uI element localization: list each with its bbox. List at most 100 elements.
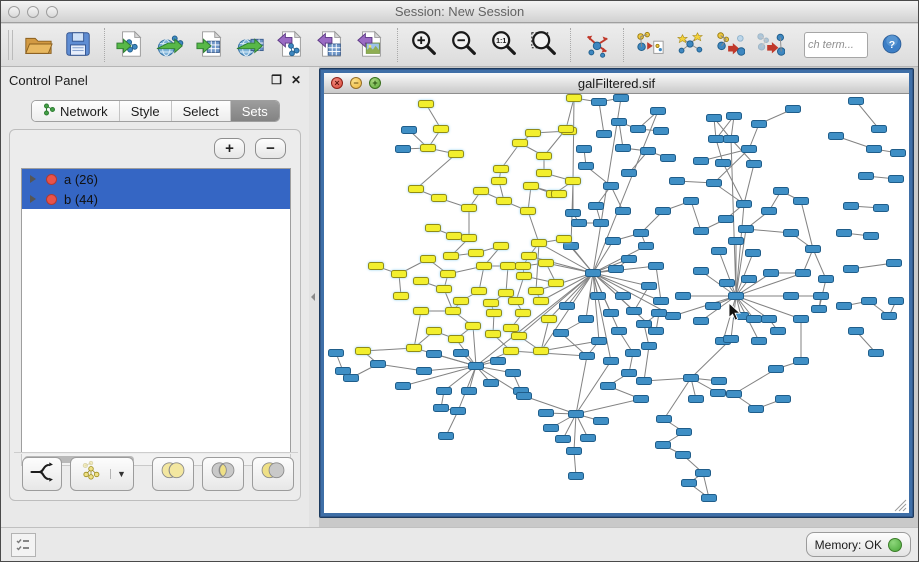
network-node[interactable] <box>434 126 449 133</box>
network-node[interactable] <box>622 170 637 177</box>
network-node[interactable] <box>580 353 595 360</box>
network-node[interactable] <box>626 350 641 357</box>
open-session-button[interactable] <box>18 26 58 64</box>
network-node[interactable] <box>712 248 727 255</box>
difference-button[interactable] <box>252 457 294 491</box>
network-node[interactable] <box>579 316 594 323</box>
network-node[interactable] <box>396 383 411 390</box>
network-node[interactable] <box>654 128 669 135</box>
export-image-button[interactable] <box>351 26 391 64</box>
search-input[interactable]: ch term... <box>804 32 868 58</box>
add-set-button[interactable]: + <box>214 138 245 159</box>
window-titlebar[interactable]: Session: New Session <box>1 1 918 23</box>
network-node[interactable] <box>837 230 852 237</box>
network-node[interactable] <box>544 425 559 432</box>
intersection-button[interactable] <box>202 457 244 491</box>
apply-layout-button[interactable] <box>577 26 617 64</box>
network-node[interactable] <box>501 263 516 270</box>
network-node[interactable] <box>516 310 531 317</box>
network-node[interactable] <box>794 358 809 365</box>
network-node[interactable] <box>864 233 879 240</box>
network-node[interactable] <box>539 260 554 267</box>
network-node[interactable] <box>421 256 436 263</box>
network-node[interactable] <box>437 286 452 293</box>
network-node[interactable] <box>651 108 666 115</box>
network-node[interactable] <box>670 178 685 185</box>
network-node[interactable] <box>889 298 904 305</box>
union-button[interactable] <box>152 457 194 491</box>
dropdown-arrow-icon[interactable]: ▼ <box>110 469 126 479</box>
network-node[interactable] <box>676 293 691 300</box>
network-node[interactable] <box>747 161 762 168</box>
network-node[interactable] <box>344 375 359 382</box>
network-node[interactable] <box>727 113 742 120</box>
network-node[interactable] <box>477 263 492 270</box>
network-node[interactable] <box>532 240 547 247</box>
network-node[interactable] <box>557 236 572 243</box>
network-node[interactable] <box>371 361 386 368</box>
network-node[interactable] <box>559 126 574 133</box>
network-node[interactable] <box>747 316 762 323</box>
network-node[interactable] <box>724 336 739 343</box>
import-network-from-web-button[interactable] <box>151 26 191 64</box>
network-node[interactable] <box>684 198 699 205</box>
network-node[interactable] <box>637 378 652 385</box>
network-node[interactable] <box>439 433 454 440</box>
expand-arrow-icon[interactable] <box>30 175 36 183</box>
network-node[interactable] <box>784 230 799 237</box>
network-node[interactable] <box>554 330 569 337</box>
network-node[interactable] <box>609 266 624 273</box>
network-node[interactable] <box>796 270 811 277</box>
network-node[interactable] <box>434 405 449 412</box>
network-node[interactable] <box>752 121 767 128</box>
network-node[interactable] <box>451 408 466 415</box>
network-node[interactable] <box>513 140 528 147</box>
tab-select[interactable]: Select <box>172 101 231 121</box>
network-node[interactable] <box>556 436 571 443</box>
network-node[interactable] <box>719 216 734 223</box>
network-node[interactable] <box>504 348 519 355</box>
network-node[interactable] <box>661 155 676 162</box>
save-session-button[interactable] <box>58 26 98 64</box>
network-node[interactable] <box>872 126 887 133</box>
network-node[interactable] <box>654 298 669 305</box>
network-node[interactable] <box>539 410 554 417</box>
network-node[interactable] <box>591 293 606 300</box>
new-network-from-selection-button[interactable] <box>630 26 670 64</box>
help-button[interactable]: ? <box>872 26 912 64</box>
network-node[interactable] <box>577 146 592 153</box>
network-node[interactable] <box>491 358 506 365</box>
network-node[interactable] <box>627 308 642 315</box>
network-node[interactable] <box>552 191 567 198</box>
memory-status-button[interactable]: Memory: OK <box>806 532 911 557</box>
network-node[interactable] <box>829 133 844 140</box>
network-node[interactable] <box>769 366 784 373</box>
set-list-item[interactable]: b (44) <box>22 189 290 209</box>
network-node[interactable] <box>867 146 882 153</box>
network-node[interactable] <box>616 145 631 152</box>
network-node[interactable] <box>657 416 672 423</box>
network-node[interactable] <box>682 480 697 487</box>
network-node[interactable] <box>509 298 524 305</box>
network-node[interactable] <box>729 238 744 245</box>
network-node[interactable] <box>666 313 681 320</box>
network-node[interactable] <box>707 115 722 122</box>
network-node[interactable] <box>592 338 607 345</box>
network-node[interactable] <box>449 336 464 343</box>
network-node[interactable] <box>444 253 459 260</box>
network-node[interactable] <box>752 338 767 345</box>
network-node[interactable] <box>746 250 761 257</box>
panel-splitter[interactable] <box>309 67 319 527</box>
network-node[interactable] <box>586 270 601 277</box>
import-table-from-web-button[interactable] <box>231 26 271 64</box>
network-node[interactable] <box>742 146 757 153</box>
network-node[interactable] <box>441 271 456 278</box>
network-node[interactable] <box>484 300 499 307</box>
network-node[interactable] <box>512 333 527 340</box>
network-node[interactable] <box>466 323 481 330</box>
collapse-panel-icon[interactable] <box>311 293 315 301</box>
network-node[interactable] <box>786 106 801 113</box>
network-node[interactable] <box>642 283 657 290</box>
network-node[interactable] <box>504 325 519 332</box>
export-network-button[interactable] <box>271 26 311 64</box>
